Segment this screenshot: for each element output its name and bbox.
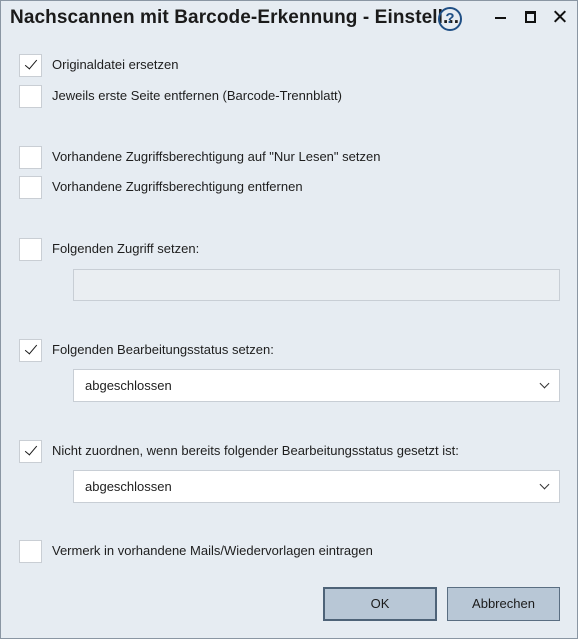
set-status-label: Folgenden Bearbeitungsstatus setzen:: [52, 342, 274, 357]
settings-dialog: Nachscannen mit Barcode-Erkennung - Eins…: [0, 0, 578, 639]
access-input[interactable]: [73, 269, 560, 301]
set-access-label: Folgenden Zugriff setzen:: [52, 241, 200, 256]
remove-access-label: Vorhandene Zugriffsberechtigung entferne…: [52, 179, 303, 194]
skip-if-status-checkbox[interactable]: [19, 440, 42, 463]
status-select[interactable]: abgeschlossen: [73, 369, 560, 402]
set-status-checkbox[interactable]: [19, 339, 42, 362]
replace-original-label: Originaldatei ersetzen: [52, 57, 179, 72]
status-select-value: abgeschlossen: [85, 378, 172, 393]
close-icon[interactable]: [551, 8, 569, 26]
dialog-title: Nachscannen mit Barcode-Erkennung - Eins…: [10, 7, 460, 28]
replace-original-checkbox[interactable]: [19, 54, 42, 77]
skip-if-status-label: Nicht zuordnen, wenn bereits folgender B…: [52, 443, 459, 458]
cancel-button[interactable]: Abbrechen: [447, 587, 560, 621]
remove-first-page-label: Jeweils erste Seite entfernen (Barcode-T…: [52, 88, 342, 103]
maximize-icon[interactable]: [522, 8, 540, 26]
remove-first-page-checkbox[interactable]: [19, 85, 42, 108]
chevron-down-icon: [541, 481, 549, 489]
title-bar: Nachscannen mit Barcode-Erkennung - Eins…: [1, 1, 577, 35]
chevron-down-icon: [541, 380, 549, 388]
set-readonly-checkbox[interactable]: [19, 146, 42, 169]
ok-button[interactable]: OK: [323, 587, 437, 621]
set-access-checkbox[interactable]: [19, 238, 42, 261]
set-readonly-label: Vorhandene Zugriffsberechtigung auf "Nur…: [52, 149, 381, 164]
skip-status-select-value: abgeschlossen: [85, 479, 172, 494]
add-note-label: Vermerk in vorhandene Mails/Wiedervorlag…: [52, 543, 373, 558]
skip-status-select[interactable]: abgeschlossen: [73, 470, 560, 503]
remove-access-checkbox[interactable]: [19, 176, 42, 199]
add-note-checkbox[interactable]: [19, 540, 42, 563]
help-icon[interactable]: ?: [438, 7, 462, 31]
minimize-icon[interactable]: [492, 8, 510, 26]
